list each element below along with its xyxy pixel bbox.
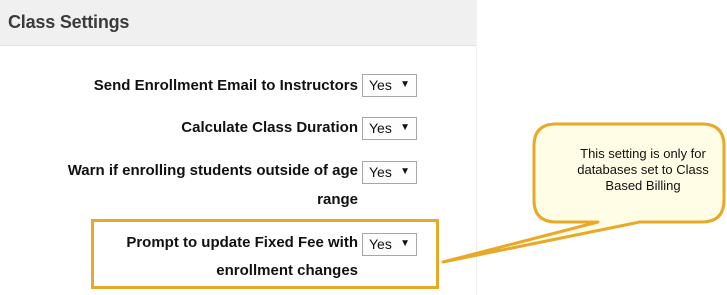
send-enrollment-email-label: Send Enrollment Email to Instructors — [93, 77, 358, 94]
page: Class Settings Send Enrollment Email to … — [0, 0, 727, 295]
chevron-down-icon: ▼ — [400, 79, 410, 90]
highlight-box — [91, 219, 439, 289]
select-value: Yes — [369, 120, 392, 136]
chevron-down-icon: ▼ — [400, 166, 410, 177]
warn-age-range-select[interactable]: Yes ▼ — [362, 161, 417, 184]
callout-line-3: Based Billing — [605, 178, 681, 193]
callout-text: This setting is only for databases set t… — [556, 146, 727, 194]
calculate-class-duration-label: Calculate Class Duration — [181, 119, 358, 136]
warn-age-range-label-line2: range — [317, 191, 358, 208]
callout-line-1: This setting is only for — [580, 146, 706, 161]
warn-age-range-label-line1: Warn if enrolling students outside of ag… — [67, 162, 358, 179]
panel-header: Class Settings — [0, 0, 476, 46]
calculate-class-duration-select[interactable]: Yes ▼ — [362, 117, 417, 140]
select-value: Yes — [369, 77, 392, 93]
send-enrollment-email-select[interactable]: Yes ▼ — [362, 74, 417, 97]
select-value: Yes — [369, 164, 392, 180]
callout-line-2: databases set to Class — [577, 162, 709, 177]
panel-title: Class Settings — [8, 12, 130, 32]
chevron-down-icon: ▼ — [400, 122, 410, 133]
